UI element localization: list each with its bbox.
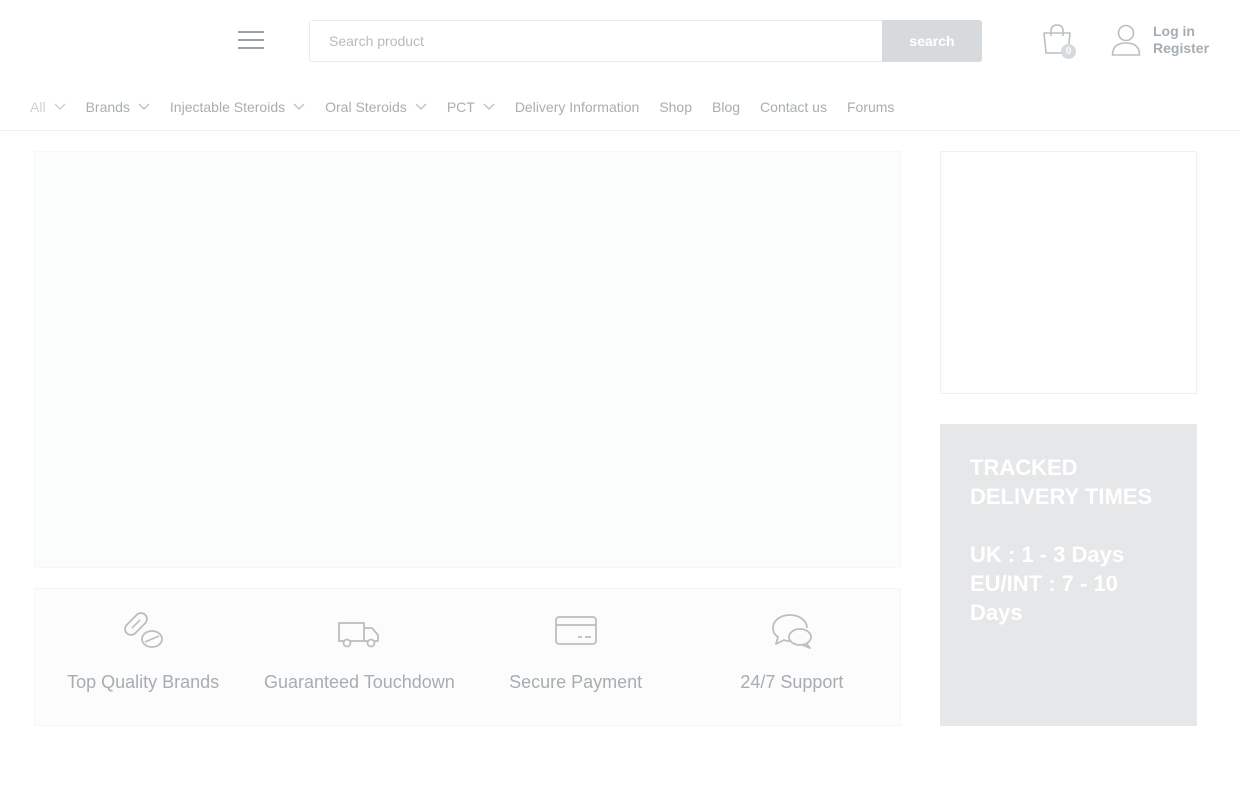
- pills-icon: [124, 612, 164, 648]
- nav-item-forums[interactable]: Forums: [847, 99, 894, 115]
- nav-item-brands[interactable]: Brands: [86, 99, 150, 115]
- delivery-times: UK : 1 - 3 Days EU/INT : 7 - 10 Days: [970, 540, 1167, 627]
- nav-item-label: PCT: [446, 99, 475, 115]
- chevron-down-icon: [415, 103, 427, 110]
- feature-label: Top Quality Brands: [67, 672, 220, 692]
- feature-guaranteed-touchdown: Guaranteed Touchdown: [251, 589, 467, 725]
- chevron-down-icon: [54, 103, 66, 110]
- feature-support: 24/7 Support: [684, 589, 900, 725]
- nav-item-label: Blog: [712, 99, 741, 115]
- nav-item-label: Delivery Information: [514, 99, 640, 115]
- nav-item-contact-us[interactable]: Contact us: [760, 99, 827, 115]
- truck-icon: [338, 622, 380, 648]
- nav-item-label: Injectable Steroids: [169, 99, 286, 115]
- nav-item-pct[interactable]: PCT: [447, 99, 495, 115]
- nav-item-label: Shop: [659, 99, 693, 115]
- account-area: Log in Register: [1111, 22, 1209, 58]
- nav-item-label: All: [30, 99, 46, 115]
- delivery-title: TRACKED DELIVERY TIMES: [970, 455, 1153, 509]
- feature-label: Guaranteed Touchdown: [263, 672, 455, 692]
- nav-item-label: Oral Steroids: [325, 99, 407, 115]
- nav-item-label: Brands: [85, 99, 130, 115]
- account-links: Log in Register: [1153, 23, 1209, 57]
- main-navigation: All Brands Injectable Steroids Oral Ster…: [0, 84, 1240, 131]
- user-icon: [1111, 24, 1141, 56]
- sidebar-banner[interactable]: [940, 151, 1197, 394]
- login-link[interactable]: Log in: [1153, 23, 1209, 40]
- feature-secure-payment: Secure Payment: [468, 589, 684, 725]
- delivery-uk: UK : 1 - 3 Days: [970, 542, 1125, 567]
- delivery-eu: EU/INT : 7 - 10 Days: [970, 571, 1118, 625]
- register-link[interactable]: Register: [1153, 40, 1209, 57]
- chevron-down-icon: [138, 103, 150, 110]
- feature-top-quality-brands: Top Quality Brands: [35, 589, 251, 725]
- search-input[interactable]: [310, 21, 882, 61]
- nav-item-delivery-information[interactable]: Delivery Information: [515, 99, 640, 115]
- nav-item-injectable-steroids[interactable]: Injectable Steroids: [170, 99, 305, 115]
- features-strip: Top Quality Brands Guaranteed Touchdown …: [34, 588, 901, 726]
- feature-label: 24/7 Support: [740, 672, 844, 692]
- nav-item-blog[interactable]: Blog: [712, 99, 740, 115]
- chevron-down-icon: [293, 103, 305, 110]
- cart-button[interactable]: 0: [1040, 22, 1078, 60]
- nav-item-all[interactable]: All: [30, 99, 66, 115]
- delivery-times-box: TRACKED DELIVERY TIMES UK : 1 - 3 Days E…: [940, 424, 1197, 726]
- hamburger-menu-icon[interactable]: [238, 29, 264, 53]
- main-content: Top Quality Brands Guaranteed Touchdown …: [0, 131, 1240, 800]
- feature-label: Secure Payment: [509, 672, 643, 692]
- chat-bubbles-icon: [771, 614, 812, 649]
- credit-card-icon: [554, 616, 597, 645]
- chevron-down-icon: [483, 103, 495, 110]
- site-header: search 0 Log in Register: [0, 0, 1240, 82]
- nav-item-label: Contact us: [760, 99, 827, 115]
- hero-banner[interactable]: [34, 151, 901, 568]
- nav-item-shop[interactable]: Shop: [659, 99, 692, 115]
- nav-item-label: Forums: [846, 99, 895, 115]
- cart-count-badge: 0: [1061, 44, 1076, 59]
- nav-item-oral-steroids[interactable]: Oral Steroids: [325, 99, 427, 115]
- search-bar: search: [309, 20, 982, 62]
- search-button[interactable]: search: [882, 20, 982, 62]
